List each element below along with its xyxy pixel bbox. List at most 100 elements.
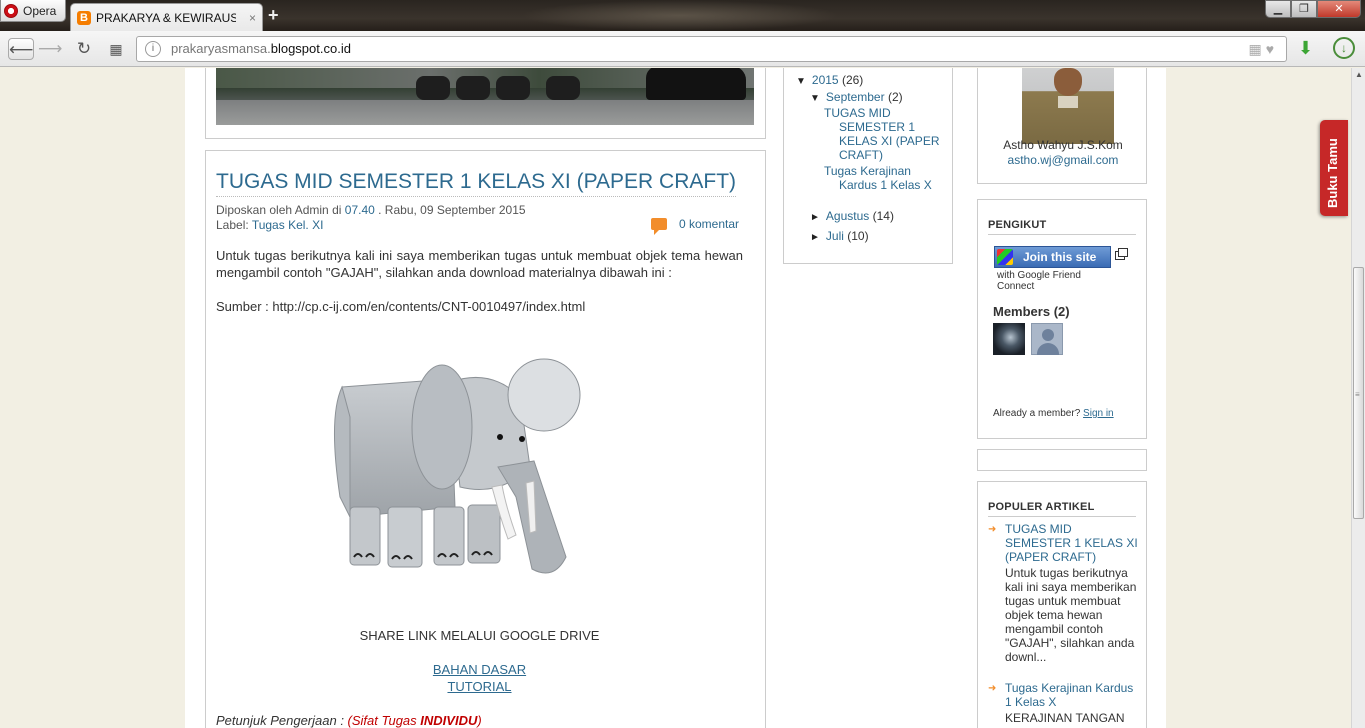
popular-item-title[interactable]: TUGAS MID SEMESTER 1 KELAS XI (PAPER CRA…	[1005, 522, 1138, 564]
post-source: Sumber : http://cp.c-ij.com/en/contents/…	[216, 299, 586, 314]
post-date: . Rabu, 09 September 2015	[378, 203, 526, 217]
instructions-individu: INDIVIDU	[420, 713, 478, 728]
label-prefix: Label:	[216, 218, 249, 232]
google-friend-connect-icon	[997, 249, 1013, 265]
page-scrollbar[interactable]: ▲ ≡	[1351, 68, 1365, 728]
archive-year-label: 2015	[811, 73, 839, 87]
popular-item-title[interactable]: Tugas Kerajinan Kardus 1 Kelas X	[1005, 681, 1138, 709]
label-link[interactable]: Tugas Kel. XI	[252, 218, 324, 232]
tab-close-icon[interactable]: ×	[249, 11, 262, 25]
profile-name: Astho Wahyu J.S.Kom	[1003, 138, 1123, 152]
opera-menu-button[interactable]: Opera	[0, 0, 66, 22]
followers-heading: PENGIKUT	[988, 219, 1136, 235]
arrow-right-icon: ➜	[988, 683, 997, 694]
scroll-up-icon[interactable]: ▲	[1355, 70, 1363, 79]
browser-title-bar: Opera B PRAKARYA & KEWIRAUSA × + ▁ ❐ ✕	[0, 0, 1365, 31]
archive-year-count: (26)	[841, 73, 864, 87]
members-title: Members (2)	[993, 304, 1070, 319]
back-button[interactable]: ⟵	[8, 38, 34, 60]
archive-month-september[interactable]: ▼ September (2)	[810, 90, 903, 104]
popout-icon[interactable]	[1118, 248, 1128, 257]
instructions-paren-open: (Sifat Tugas	[347, 713, 421, 728]
popular-item: ➜ TUGAS MID SEMESTER 1 KELAS XI (PAPER C…	[988, 522, 1138, 664]
join-button-label: Join this site	[1023, 250, 1097, 264]
profile-email-link[interactable]: astho.wj@gmail.com	[978, 153, 1148, 167]
blogger-favicon-icon: B	[77, 10, 91, 25]
archive-post-2[interactable]: Tugas Kerajinan Kardus 1 Kelas X	[824, 164, 946, 192]
blog-container: TUGAS MID SEMESTER 1 KELAS XI (PAPER CRA…	[185, 68, 1166, 728]
expand-right-icon[interactable]: ►	[810, 212, 820, 223]
address-bar[interactable]: i prakaryasmansa.blogspot.co.id ▦♥	[136, 36, 1287, 62]
expand-down-icon[interactable]: ▼	[796, 76, 806, 87]
title-bar-background	[520, 0, 840, 31]
blog-post: TUGAS MID SEMESTER 1 KELAS XI (PAPER CRA…	[205, 150, 766, 728]
tutorial-link[interactable]: TUTORIAL	[216, 679, 743, 694]
share-heading: SHARE LINK MELALUI GOOGLE DRIVE	[359, 628, 600, 643]
posted-by: Diposkan oleh Admin di	[216, 203, 342, 217]
motorbike-4	[546, 76, 580, 100]
new-tab-button[interactable]: +	[268, 5, 279, 26]
archive-month-label: Agustus	[825, 209, 870, 223]
guestbook-label: Buku Tamu	[1325, 138, 1340, 208]
post-time-link[interactable]: 07.40	[345, 203, 375, 217]
popular-posts-widget: POPULER ARTIKEL ➜ TUGAS MID SEMESTER 1 K…	[977, 481, 1147, 728]
archive-month-count: (14)	[872, 209, 894, 223]
download-icon[interactable]: ⬇	[1298, 38, 1313, 59]
comment-count: 0 komentar	[679, 217, 740, 231]
maximize-button[interactable]: ❐	[1291, 0, 1317, 18]
profile-photo-face	[1054, 68, 1082, 96]
expand-right-icon[interactable]: ►	[810, 232, 820, 243]
profile-photo[interactable]	[1022, 68, 1114, 144]
post-paragraph: Untuk tugas berikutnya kali ini saya mem…	[216, 248, 743, 280]
guestbook-tab[interactable]: Buku Tamu	[1320, 120, 1348, 216]
page-viewport: TUGAS MID SEMESTER 1 KELAS XI (PAPER CRA…	[0, 68, 1351, 728]
scroll-grip-icon: ≡	[1355, 390, 1360, 399]
comment-bubble-icon	[651, 218, 667, 235]
tab-title: PRAKARYA & KEWIRAUSA	[96, 10, 236, 25]
profile-widget: Astho Wahyu J.S.Kom astho.wj@gmail.com	[977, 68, 1147, 184]
expand-down-icon[interactable]: ▼	[810, 93, 820, 104]
opera-update-icon[interactable]: ↓	[1333, 37, 1355, 59]
comments-link[interactable]: 0 komentar	[651, 217, 740, 235]
post-title[interactable]: TUGAS MID SEMESTER 1 KELAS XI (PAPER CRA…	[216, 170, 737, 197]
popular-item: ➜ Tugas Kerajinan Kardus 1 Kelas X KERAJ…	[988, 681, 1138, 725]
close-window-button[interactable]: ✕	[1317, 0, 1361, 18]
grid-icon[interactable]: ▦	[1248, 41, 1265, 57]
followers-widget: PENGIKUT Join this site with Google Frie…	[977, 199, 1147, 439]
archive-year-2015[interactable]: ▼ 2015 (26)	[796, 73, 863, 87]
reload-button[interactable]: ↻	[72, 38, 96, 60]
minimize-button[interactable]: ▁	[1265, 0, 1291, 18]
blog-archive-widget: ▼ 2015 (26) ▼ September (2) TUGAS MID SEME…	[783, 68, 953, 264]
window-controls: ▁ ❐ ✕	[1265, 0, 1361, 18]
archive-month-count: (2)	[887, 90, 903, 104]
arrow-right-icon: ➜	[988, 524, 997, 535]
address-bar-actions: ▦♥	[1248, 37, 1278, 61]
motorbike-1	[416, 76, 450, 100]
post-labels: Label: Tugas Kel. XI	[216, 218, 323, 232]
forward-button[interactable]: ⟶	[38, 38, 62, 60]
archive-month-label: September	[825, 90, 885, 104]
archive-month-agustus[interactable]: ► Agustus (14)	[810, 209, 894, 223]
instructions-prefix: Petunjuk Pengerjaan :	[216, 713, 348, 728]
motorbike-2	[456, 76, 490, 100]
popular-item-snippet: KERAJINAN TANGAN	[1005, 711, 1125, 725]
already-member-text: Already a member?	[993, 408, 1081, 419]
browser-tab-active[interactable]: B PRAKARYA & KEWIRAUSA ×	[70, 3, 263, 31]
member-avatar-default[interactable]	[1031, 323, 1063, 355]
sign-in-link[interactable]: Sign in	[1083, 408, 1114, 419]
join-site-button[interactable]: Join this site	[994, 246, 1111, 268]
gfc-caption: with Google Friend Connect	[997, 270, 1081, 292]
member-avatar[interactable]	[993, 323, 1025, 355]
site-info-icon[interactable]: i	[145, 41, 161, 57]
already-member-line: Already a member? Sign in	[993, 408, 1114, 419]
heart-icon[interactable]: ♥	[1266, 41, 1278, 57]
archive-month-juli[interactable]: ► Juli (10)	[810, 229, 869, 243]
bahan-dasar-link[interactable]: BAHAN DASAR	[216, 662, 743, 677]
header-photo	[216, 68, 754, 125]
archive-post-1[interactable]: TUGAS MID SEMESTER 1 KELAS XI (PAPER CRA…	[824, 106, 946, 162]
opera-logo-icon	[4, 3, 18, 18]
archive-month-label: Juli	[825, 229, 844, 243]
speed-dial-grid-icon[interactable]: ▦	[104, 38, 128, 60]
browser-toolbar: ⟵ ⟶ ↻ ▦ i prakaryasmansa.blogspot.co.id …	[0, 31, 1365, 67]
elephant-papercraft-image	[333, 358, 581, 574]
